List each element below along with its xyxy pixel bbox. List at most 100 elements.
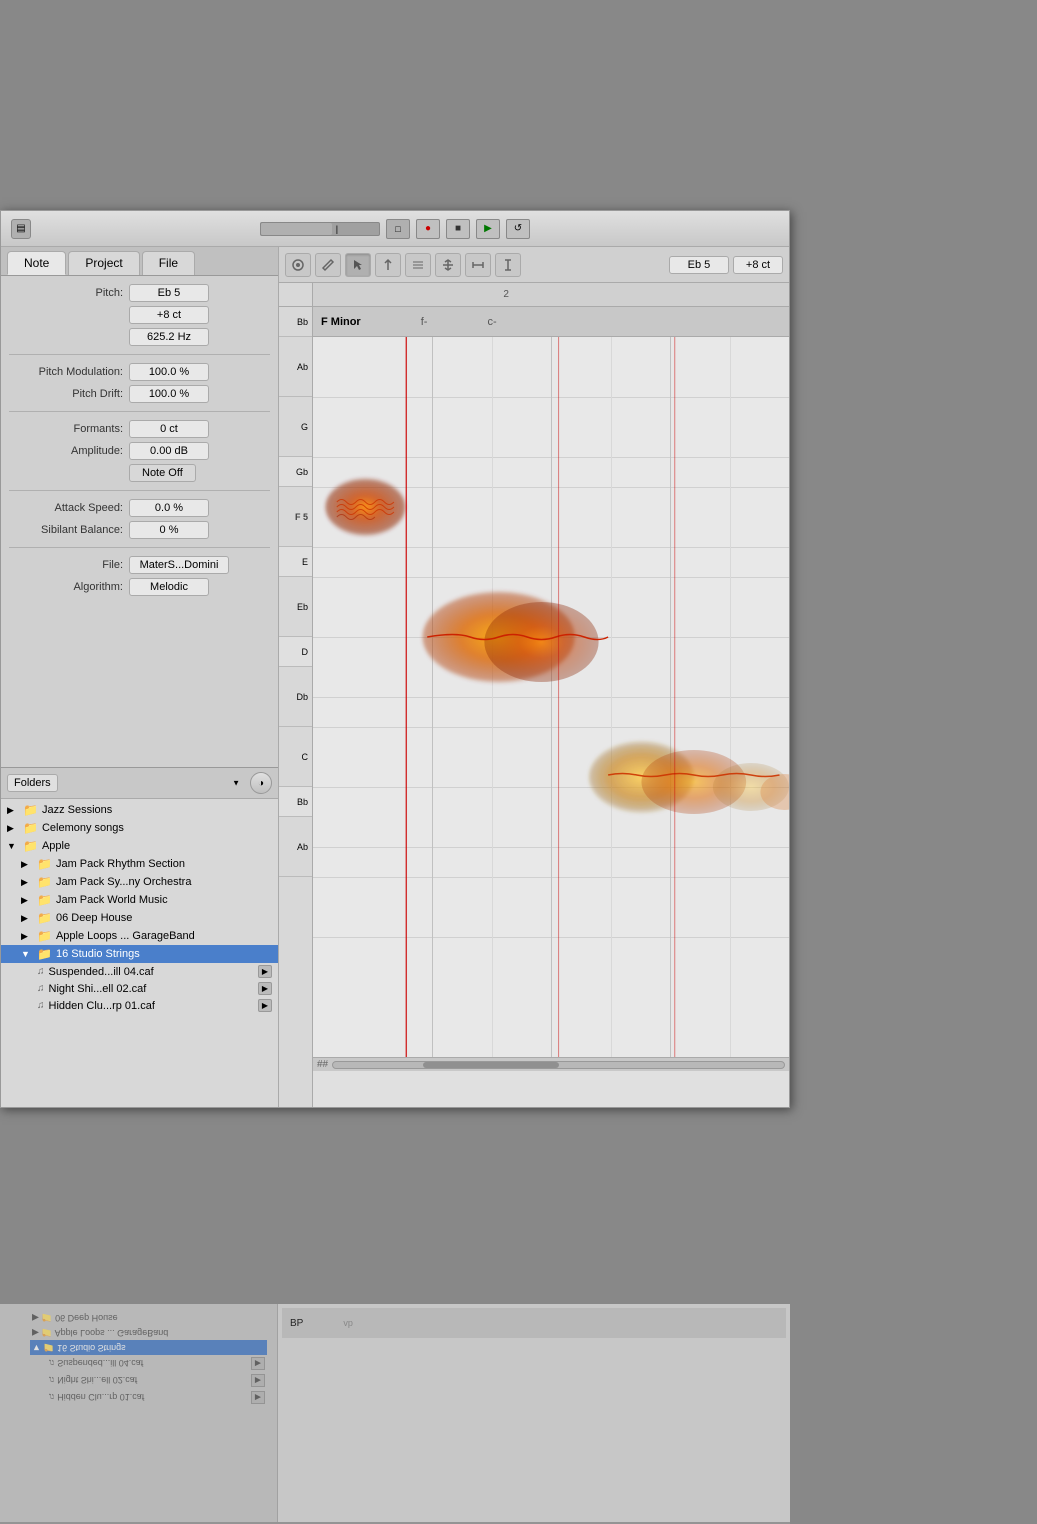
play-btn-hidden-clu[interactable]: ▶ — [258, 999, 272, 1012]
ruler-mark-2: 2 — [503, 289, 509, 300]
sibilant-row: Sibilant Balance: 0 % — [9, 521, 270, 539]
scrollbar-thumb — [423, 1062, 558, 1068]
folder-icon-apple-loops: 📁 — [37, 929, 52, 943]
tree-label-jam-rhythm: Jam Pack Rhythm Section — [56, 858, 185, 870]
tree-item-celemony[interactable]: ▶ 📁 Celemony songs — [1, 819, 278, 837]
title-bar-center: | □ ● ■ ▶ ↺ — [260, 219, 530, 239]
tree-item-deep-house[interactable]: ▶ 📁 06 Deep House — [1, 909, 278, 927]
roll-content: 2 F Minor f- c- — [313, 283, 789, 1107]
attack-speed-value: 0.0 % — [129, 499, 209, 517]
tree-item-jam-symphony[interactable]: ▶ 📁 Jam Pack Sy...ny Orchestra — [1, 873, 278, 891]
select-tool-btn[interactable] — [345, 253, 371, 277]
hz-row: 625.2 Hz — [9, 328, 270, 346]
folder-icon-studio-strings: 📁 — [37, 947, 52, 961]
audio-icon-hidden-clu: ♫ — [37, 1000, 45, 1011]
tree-item-jazz-sessions[interactable]: ▶ 📁 Jazz Sessions — [1, 801, 278, 819]
tree-arrow-jazz: ▶ — [7, 805, 19, 816]
amplitude-value: 0.00 dB — [129, 442, 209, 460]
tree-arrow-studio-strings: ▼ — [21, 949, 33, 959]
folder-icon-jam-world: 📁 — [37, 893, 52, 907]
stretch-h-btn[interactable] — [465, 253, 491, 277]
tab-note[interactable]: Note — [7, 251, 66, 275]
tree-arrow-jam-symphony: ▶ — [21, 877, 33, 888]
window-square-btn[interactable]: □ — [386, 219, 410, 239]
stretch-v-btn[interactable] — [495, 253, 521, 277]
pitch-label: Pitch: — [9, 287, 129, 299]
note-c — [589, 742, 789, 814]
tree-item-jam-rhythm[interactable]: ▶ 📁 Jam Pack Rhythm Section — [1, 855, 278, 873]
tree-label-studio-strings: 16 Studio Strings — [56, 948, 140, 960]
tree-label-hidden-clu: Hidden Clu...rp 01.caf — [49, 1000, 155, 1012]
chord-sub2: c- — [487, 316, 496, 328]
formants-label: Formants: — [9, 423, 129, 435]
tree-item-apple-loops[interactable]: ▶ 📁 Apple Loops ... GarageBand — [1, 927, 278, 945]
formants-value: 0 ct — [129, 420, 209, 438]
tree-arrow-deep-house: ▶ — [21, 913, 33, 924]
pitch-snap-btn[interactable] — [375, 253, 401, 277]
pitch-display: Eb 5 — [669, 256, 729, 274]
folder-select[interactable]: Folders — [7, 774, 58, 792]
pitch-drift-value: 100.0 % — [129, 385, 209, 403]
chord-bar: F Minor f- c- — [313, 307, 789, 337]
browser-toggle-btn[interactable]: ◑ — [250, 772, 272, 794]
folder-icon-jam-symphony: 📁 — [37, 875, 52, 889]
pitch-value: Eb 5 — [129, 284, 209, 302]
tree-label-suspended: Suspended...ill 04.caf — [49, 966, 154, 978]
audio-icon-night-shi: ♫ — [37, 983, 45, 994]
timeline-ruler: 2 — [313, 283, 789, 307]
normalize-btn[interactable] — [435, 253, 461, 277]
notes-svg — [313, 337, 789, 1057]
formants-row: Formants: 0 ct — [9, 420, 270, 438]
play-btn-suspended[interactable]: ▶ — [258, 965, 272, 978]
tree-item-apple[interactable]: ▼ 📁 Apple — [1, 837, 278, 855]
quantize-btn[interactable] — [405, 253, 431, 277]
pitch-drift-row: Pitch Drift: 100.0 % — [9, 385, 270, 403]
offset-row: +8 ct — [9, 306, 270, 324]
pitch-row: Pitch: Eb 5 — [9, 284, 270, 302]
pitch-drift-label: Pitch Drift: — [9, 388, 129, 400]
edit-tool-btn[interactable] — [315, 253, 341, 277]
sibilant-label: Sibilant Balance: — [9, 524, 129, 536]
stop-btn[interactable]: ■ — [446, 219, 470, 239]
file-browser: Folders ▼ ◑ ▶ 📁 Jazz Sessions — [1, 767, 278, 1107]
tab-project[interactable]: Project — [68, 251, 139, 275]
chord-name: F Minor — [321, 316, 361, 328]
sep1 — [9, 354, 270, 355]
offset-value: +8 ct — [129, 306, 209, 324]
tree-label-jazz: Jazz Sessions — [42, 804, 112, 816]
tree-item-suspended[interactable]: ♫ Suspended...ill 04.caf ▶ — [1, 963, 278, 980]
tree-label-night-shi: Night Shi...ell 02.caf — [49, 983, 147, 995]
tree-item-hidden-clu[interactable]: ♫ Hidden Clu...rp 01.caf ▶ — [1, 997, 278, 1014]
play-btn[interactable]: ▶ — [476, 219, 500, 239]
tree-item-jam-world[interactable]: ▶ 📁 Jam Pack World Music — [1, 891, 278, 909]
tree-arrow-jam-world: ▶ — [21, 895, 33, 906]
main-window: ▤ | □ ● ■ ▶ ↺ Note Project File — [0, 210, 790, 1108]
scrollbar-track — [332, 1061, 785, 1069]
tree-label-celemony: Celemony songs — [42, 822, 124, 834]
right-panel: Eb 5 +8 ct Bb Ab G Gb F 5 E Eb D Db C — [279, 247, 789, 1107]
audio-icon-suspended: ♫ — [37, 966, 45, 977]
sidebar-toggle-btn[interactable]: ▤ — [11, 219, 31, 239]
reflected-section: ♫ Hidden Clu...rp 01.caf ▶ ♫ Night Shi..… — [0, 1304, 790, 1524]
offset-display: +8 ct — [733, 256, 783, 274]
sep4 — [9, 547, 270, 548]
record-btn[interactable]: ● — [416, 219, 440, 239]
tree-item-night-shi[interactable]: ♫ Night Shi...ell 02.caf ▶ — [1, 980, 278, 997]
loop-btn[interactable]: ↺ — [506, 219, 530, 239]
attack-speed-row: Attack Speed: 0.0 % — [9, 499, 270, 517]
play-btn-night-shi[interactable]: ▶ — [258, 982, 272, 995]
chord-sub1: f- — [421, 316, 428, 328]
tree-label-apple-loops: Apple Loops ... GarageBand — [56, 930, 195, 942]
sep3 — [9, 490, 270, 491]
tab-bar: Note Project File — [1, 247, 278, 276]
properties-panel: Pitch: Eb 5 +8 ct 625.2 Hz Pitch Modulat… — [1, 276, 278, 767]
tab-file[interactable]: File — [142, 251, 195, 275]
note-off-btn[interactable]: Note Off — [129, 464, 196, 482]
tree-item-studio-strings[interactable]: ▼ 📁 16 Studio Strings — [1, 945, 278, 963]
pitch-mod-label: Pitch Modulation: — [9, 366, 129, 378]
sibilant-value: 0 % — [129, 521, 209, 539]
folder-icon-jam-rhythm: 📁 — [37, 857, 52, 871]
note-f5 — [325, 479, 405, 535]
flex-tool-btn[interactable] — [285, 253, 311, 277]
scrollbar-h[interactable]: ## — [313, 1057, 789, 1071]
